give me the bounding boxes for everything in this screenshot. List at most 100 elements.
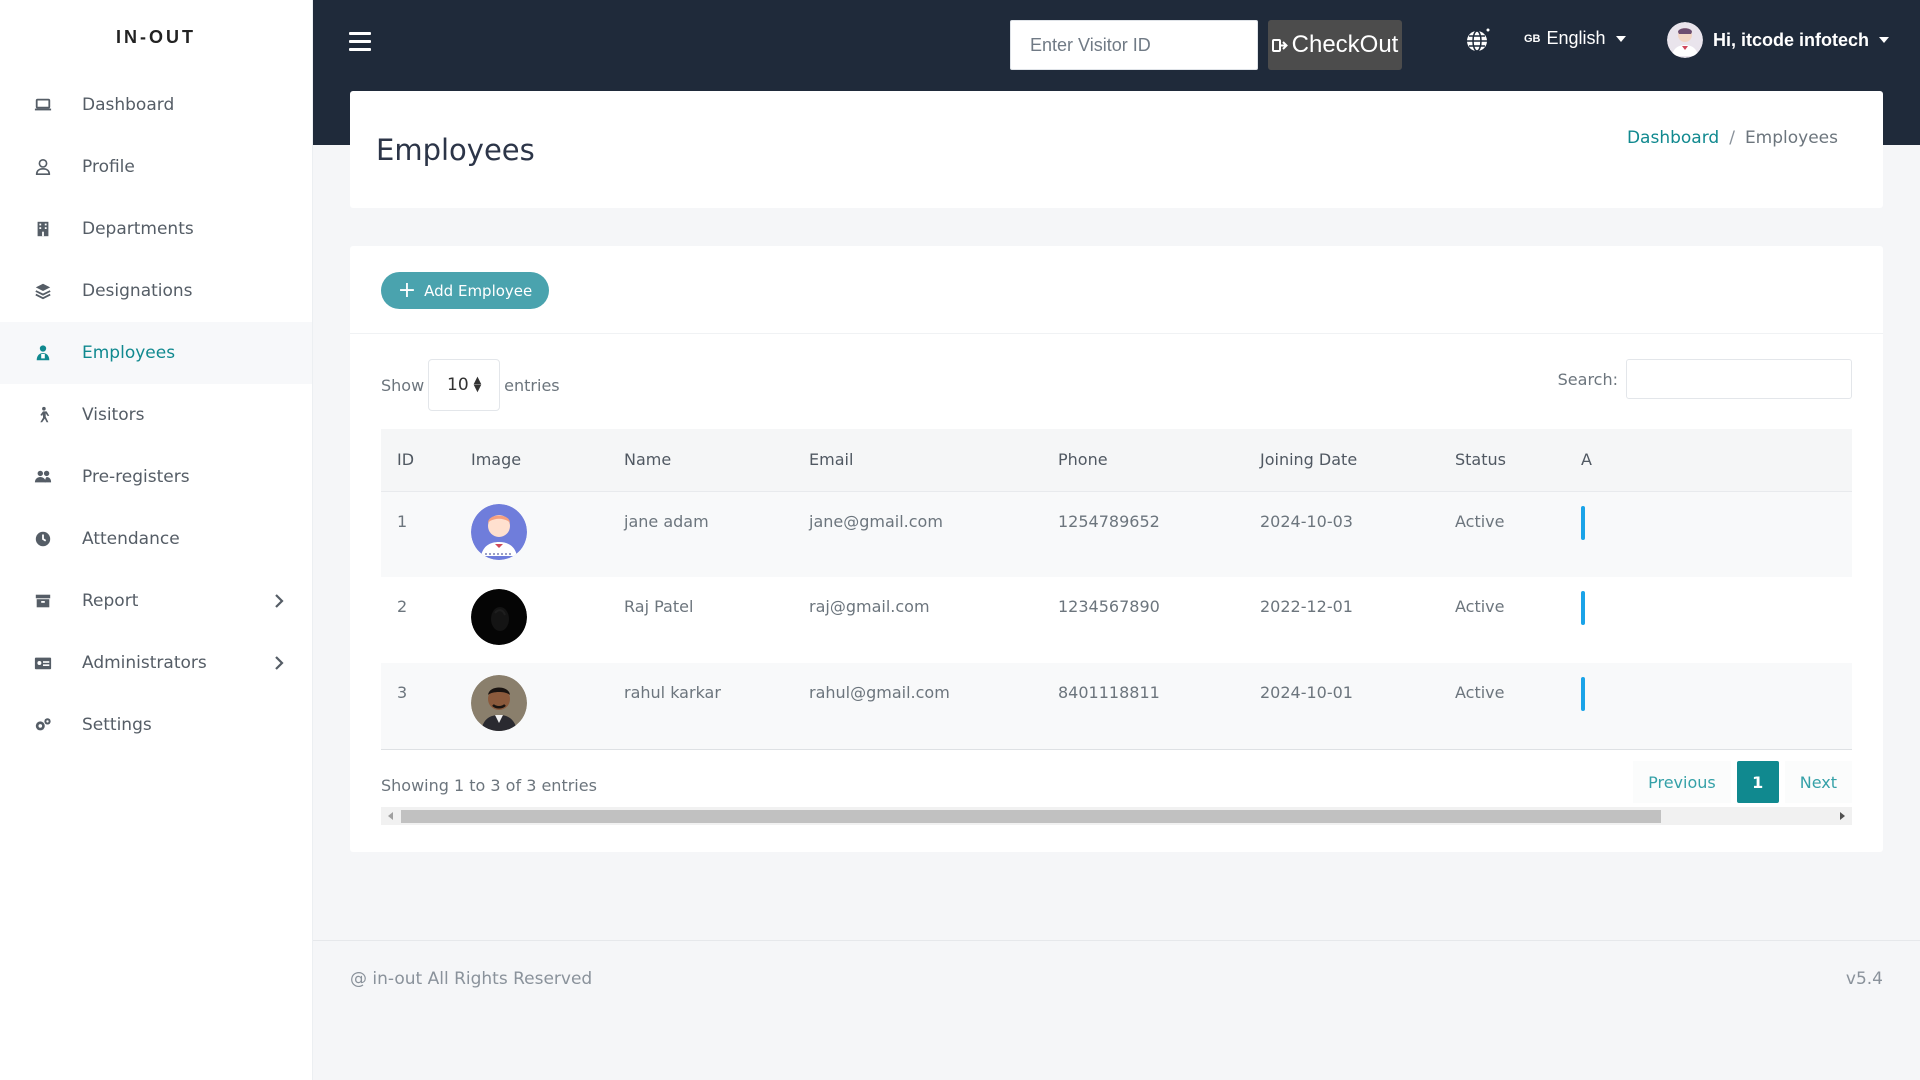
sidebar-item-pre-registers[interactable]: Pre-registers: [0, 446, 312, 508]
column-header-status[interactable]: Status: [1439, 429, 1565, 492]
add-employee-button[interactable]: + Add Employee: [381, 272, 549, 309]
breadcrumb-current: Employees: [1744, 128, 1838, 148]
page-length-value: 10: [447, 375, 469, 395]
table-row: 1 jane adam jane@gmail.com 1254789652 20…: [381, 491, 1852, 577]
sidebar-item-visitors[interactable]: Visitors: [0, 384, 312, 446]
cell-phone: 1254789652: [1058, 511, 1160, 531]
employees-table: ID Image Name Email Phone Joining Date S…: [381, 429, 1852, 749]
action-button[interactable]: [1581, 591, 1585, 625]
pagination-previous[interactable]: Previous: [1633, 761, 1731, 803]
caret-down-icon: [1615, 35, 1626, 42]
table-row: 2 Raj Patel raj@gmail.com 1234567890 202…: [381, 577, 1852, 663]
page-length-select[interactable]: 10 ▲ ▼: [428, 359, 501, 411]
flag-gb: GB: [1524, 32, 1541, 45]
action-button[interactable]: [1581, 505, 1585, 540]
table-row: 3 rahul karkar rahul@gmail.com 840111881…: [381, 663, 1852, 749]
sidebar-item-label: Settings: [82, 715, 152, 735]
footer: @ in-out All Rights Reserved v5.4: [313, 940, 1920, 1080]
breadcrumb: Dashboard / Employees: [1627, 128, 1838, 148]
avatar: [1667, 22, 1703, 58]
scrollbar-thumb[interactable]: [401, 810, 1661, 823]
sidebar-item-designations[interactable]: Designations: [0, 260, 312, 322]
sidebar-item-settings[interactable]: Settings: [0, 694, 312, 756]
sidebar-item-administrators[interactable]: Administrators: [0, 632, 312, 694]
sidebar-item-label: Designations: [82, 281, 193, 301]
table-info: Showing 1 to 3 of 3 entries: [381, 776, 597, 795]
globe-icon[interactable]: [1465, 27, 1491, 53]
cell-phone: 8401118811: [1058, 683, 1160, 702]
employees-card: + Add Employee Show 10 ▲ ▼ entries Search…: [350, 246, 1883, 852]
cell-joining-date: 2024-10-01: [1260, 683, 1353, 702]
column-header-id[interactable]: ID: [381, 429, 455, 492]
chevron-right-icon[interactable]: [272, 592, 286, 610]
users-icon: [32, 466, 54, 488]
column-header-image[interactable]: Image: [455, 429, 608, 492]
employee-avatar: [471, 503, 527, 560]
user-greeting: Hi, itcode infotech: [1713, 29, 1870, 50]
cell-id: 2: [397, 597, 408, 616]
id-card-icon: [32, 652, 54, 674]
column-header-joining-date[interactable]: Joining Date: [1244, 429, 1439, 492]
column-header-email[interactable]: Email: [793, 429, 1042, 492]
cell-name: rahul karkar: [624, 683, 721, 702]
user-icon: [32, 156, 54, 178]
sidebar-item-label: Profile: [82, 157, 135, 177]
language-label: English: [1546, 28, 1606, 48]
scroll-right-arrow-icon[interactable]: [1840, 812, 1845, 820]
sidebar-item-label: Pre-registers: [82, 467, 190, 487]
pagination-page-1[interactable]: 1: [1736, 761, 1779, 803]
sidebar-item-attendance[interactable]: Attendance: [0, 508, 312, 570]
sidebar-item-label: Employees: [82, 343, 176, 363]
action-button[interactable]: [1581, 677, 1585, 711]
cell-name: Raj Patel: [624, 597, 694, 616]
sidebar-item-profile[interactable]: Profile: [0, 136, 312, 198]
sidebar-item-report[interactable]: Report: [0, 570, 312, 632]
walking-icon: [32, 404, 54, 426]
page-title: Employees: [376, 133, 535, 167]
sidebar-item-dashboard[interactable]: Dashboard: [0, 74, 312, 136]
cell-email: raj@gmail.com: [809, 597, 930, 616]
hamburger-menu-icon[interactable]: [349, 32, 371, 52]
employees-table-wrapper[interactable]: ID Image Name Email Phone Joining Date S…: [381, 429, 1852, 749]
column-header-name[interactable]: Name: [608, 429, 793, 492]
page-length-control: Show 10 ▲ ▼ entries: [381, 359, 560, 411]
employee-avatar: [471, 675, 527, 731]
table-search: Search:: [1558, 359, 1852, 399]
layers-icon: [32, 280, 54, 302]
breadcrumb-separator: /: [1729, 128, 1735, 148]
archive-icon: [32, 590, 54, 612]
employee-icon: [32, 342, 54, 364]
sidebar-item-label: Attendance: [82, 529, 180, 549]
table-header-row: ID Image Name Email Phone Joining Date S…: [381, 429, 1852, 492]
sidebar-item-departments[interactable]: Departments: [0, 198, 312, 260]
add-employee-label: Add Employee: [424, 281, 533, 300]
sidebar-item-label: Administrators: [82, 653, 207, 673]
cell-id: 1: [397, 511, 408, 531]
breadcrumb-dashboard-link[interactable]: Dashboard: [1627, 128, 1719, 148]
footer-copyright: @ in-out All Rights Reserved: [350, 969, 593, 989]
sidebar-item-employees[interactable]: Employees: [0, 322, 312, 384]
caret-down-icon: [1879, 37, 1890, 43]
checkout-button[interactable]: CheckOut: [1268, 20, 1402, 70]
card-header: + Add Employee: [350, 246, 1883, 334]
sort-arrows-icon: ▲ ▼: [473, 375, 482, 394]
horizontal-scrollbar[interactable]: [381, 807, 1852, 825]
building-icon: [32, 218, 54, 240]
sidebar: IN-OUT Dashboard Profile Departments Des…: [0, 0, 313, 1080]
column-header-action[interactable]: A: [1565, 429, 1852, 492]
language-dropdown[interactable]: GB English: [1524, 28, 1626, 49]
show-label: Show: [381, 375, 425, 395]
column-header-phone[interactable]: Phone: [1042, 429, 1244, 492]
visitor-id-input[interactable]: [1010, 20, 1258, 70]
user-menu[interactable]: Hi, itcode infotech: [1667, 22, 1890, 58]
scroll-left-arrow-icon[interactable]: [388, 812, 393, 820]
cell-joining-date: 2024-10-03: [1260, 511, 1353, 531]
chevron-right-icon[interactable]: [272, 654, 286, 672]
sidebar-item-label: Report: [82, 591, 139, 611]
checkout-label: CheckOut: [1291, 31, 1399, 58]
search-input[interactable]: [1626, 359, 1852, 399]
pagination-next[interactable]: Next: [1784, 761, 1852, 803]
brand-logo[interactable]: IN-OUT: [0, 0, 312, 74]
cell-joining-date: 2022-12-01: [1260, 597, 1353, 616]
cell-status: Active: [1455, 683, 1505, 702]
